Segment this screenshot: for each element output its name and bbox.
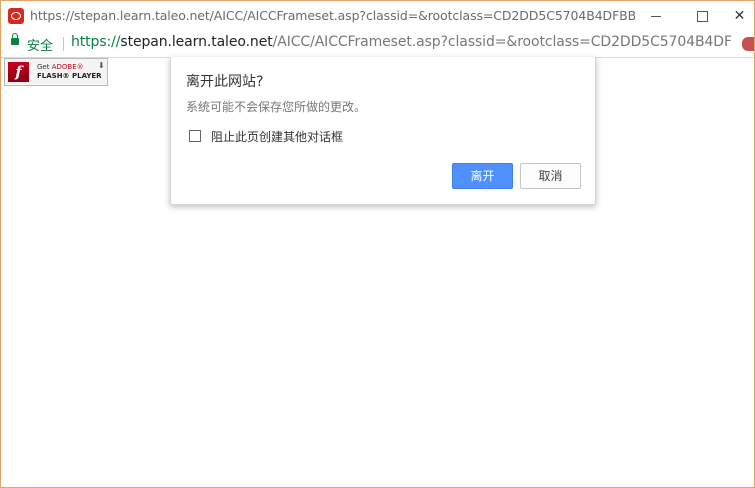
browser-window: https://stepan.learn.taleo.net/AICC/AICC… (0, 0, 755, 488)
extension-icon[interactable] (742, 37, 754, 51)
download-arrow-icon: ⬇ (98, 61, 105, 70)
secure-label[interactable]: 安全 (27, 35, 53, 54)
flash-logo-icon: f (8, 62, 29, 82)
minimize-button[interactable] (633, 1, 679, 31)
address-bar[interactable]: 安全 https://stepan.learn.taleo.net/AICC/A… (1, 31, 754, 58)
oracle-icon (8, 8, 24, 24)
url-host: stepan.learn.taleo.net (120, 34, 273, 50)
url-scheme: https:// (71, 34, 121, 50)
flash-badge-line1: Get ADOBE® (37, 63, 84, 71)
flash-badge-line2: FLASH® PLAYER (37, 72, 102, 80)
flash-get-text: Get (37, 63, 52, 71)
cancel-button[interactable]: 取消 (520, 163, 581, 189)
minimize-icon (651, 15, 661, 17)
dialog-title: 离开此网站? (186, 74, 264, 90)
leave-button[interactable]: 离开 (452, 163, 513, 189)
maximize-icon (696, 10, 708, 22)
get-flash-player-badge[interactable]: f Get ADOBE® FLASH® PLAYER ⬇ (4, 58, 108, 86)
maximize-button[interactable] (679, 1, 725, 31)
flash-adobe-text: ADOBE® (51, 63, 84, 71)
close-icon: ✕ (733, 8, 746, 24)
address-separator (63, 37, 64, 51)
dialog-message: 系统可能不会保存您所做的更改。 (186, 100, 367, 114)
window-title: https://stepan.learn.taleo.net/AICC/AICC… (30, 8, 635, 23)
leave-site-dialog: 离开此网站? 系统可能不会保存您所做的更改。 阻止此页创建其他对话框 离开 取消 (170, 57, 596, 205)
url-field[interactable]: https://stepan.learn.taleo.net/AICC/AICC… (71, 34, 733, 52)
lock-icon[interactable] (11, 33, 19, 45)
prevent-dialogs-checkbox[interactable] (189, 130, 201, 142)
url-path: /AICC/AICCFrameset.asp?classid=&rootclas… (272, 34, 733, 50)
title-bar: https://stepan.learn.taleo.net/AICC/AICC… (1, 1, 754, 31)
prevent-dialogs-label[interactable]: 阻止此页创建其他对话框 (211, 128, 343, 145)
close-button[interactable]: ✕ (725, 1, 754, 31)
